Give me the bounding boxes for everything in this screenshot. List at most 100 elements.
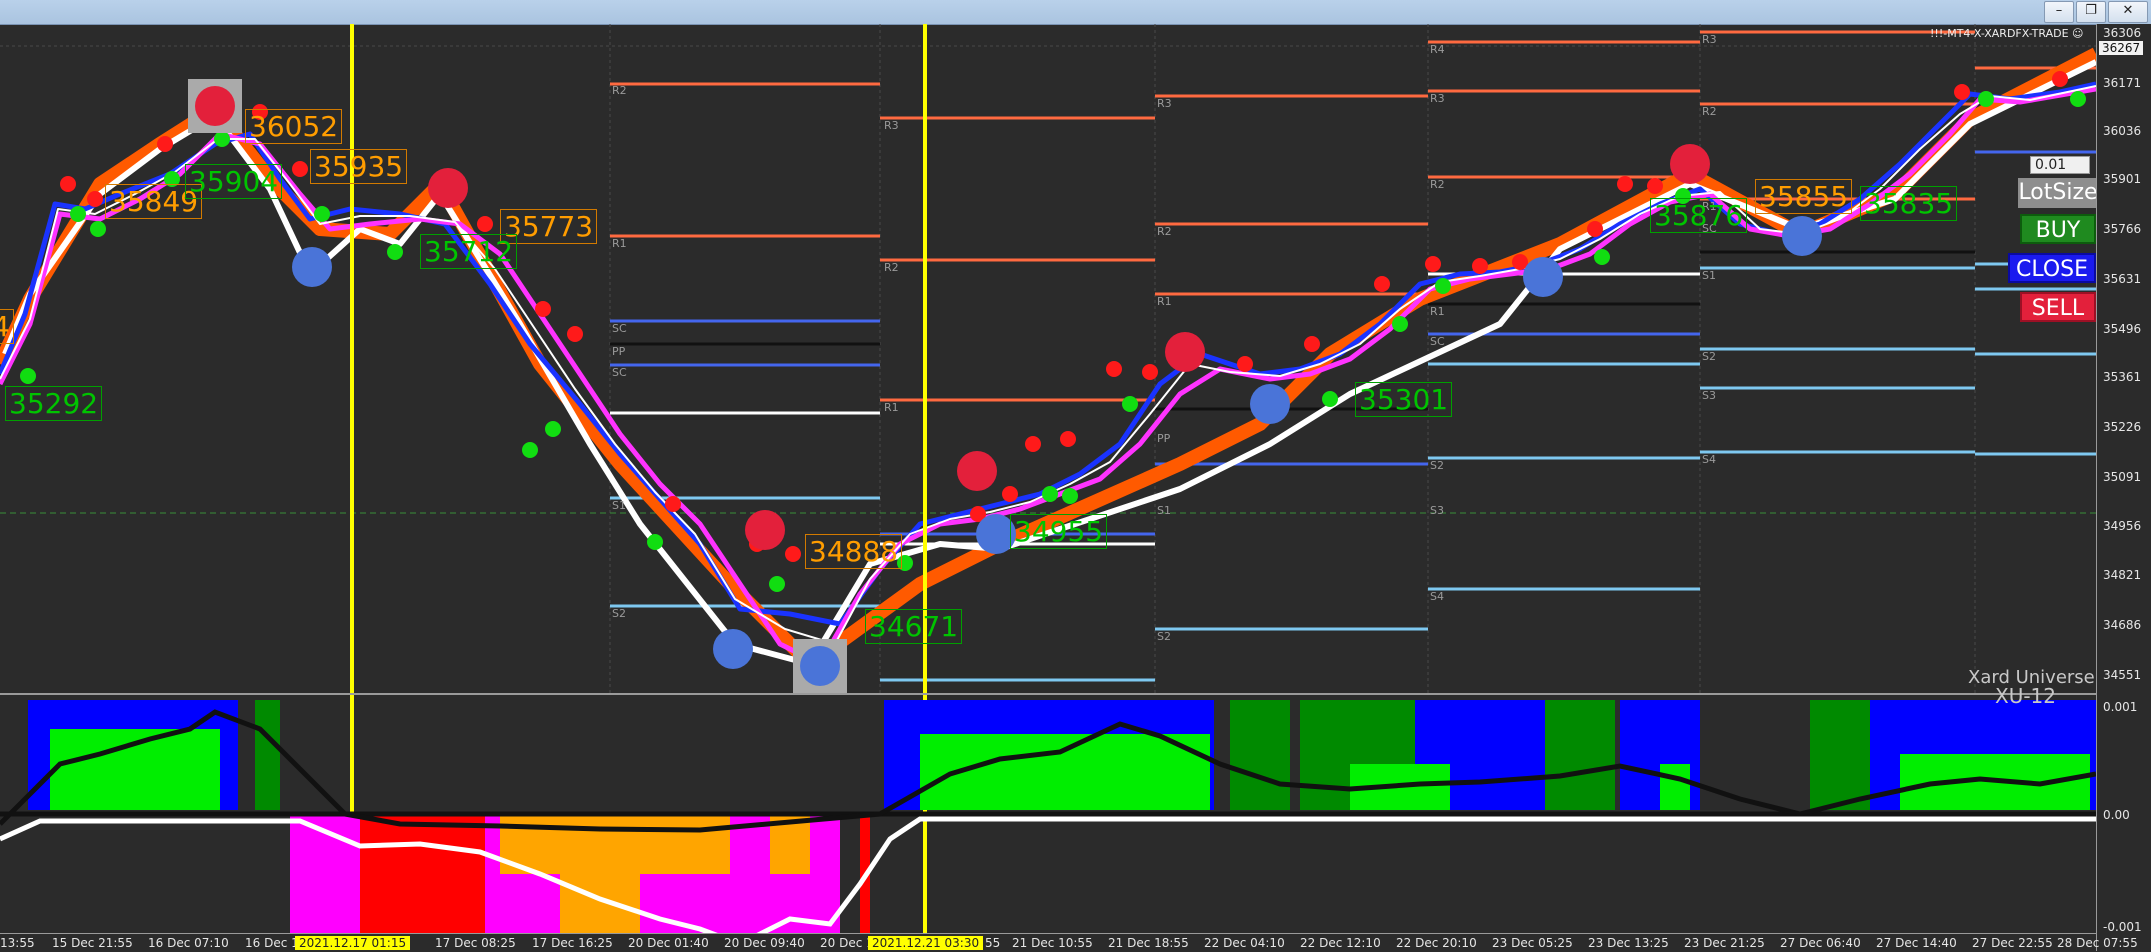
time-tick: 20 Dec 1 xyxy=(820,936,874,950)
pivot-label: S2 xyxy=(612,607,626,620)
price-annotation: 34671 xyxy=(865,609,963,644)
time-tick: 23 Dec 21:25 xyxy=(1684,936,1765,950)
pivot-label: R2 xyxy=(612,84,627,97)
price-tick: 35631 xyxy=(2103,272,2142,286)
price-tick: 34551 xyxy=(2103,668,2142,682)
current-price-tag: 36267 xyxy=(2099,41,2144,55)
time-tick: 20 Dec 09:40 xyxy=(724,936,805,950)
pivot-label: S1 xyxy=(612,499,626,512)
histogram-upper xyxy=(28,700,2096,810)
pivot-label: R1 xyxy=(884,401,899,414)
price-annotation: 36052 xyxy=(245,109,343,144)
price-annotation: 35935 xyxy=(310,149,408,184)
pivot-label: R1 xyxy=(612,237,627,250)
close-window-button[interactable]: ✕ xyxy=(2108,1,2148,23)
time-tick: 20 Dec 01:40 xyxy=(628,936,709,950)
price-tick: 34686 xyxy=(2103,618,2142,632)
pivot-label: S4 xyxy=(1430,590,1444,603)
time-tick: 27 Dec 14:40 xyxy=(1876,936,1957,950)
pivot-label: S2 xyxy=(1430,459,1444,472)
price-annotation: 35855 xyxy=(1755,179,1853,214)
pivot-label: R3 xyxy=(884,119,899,132)
lot-size-label: LotSize xyxy=(2018,178,2098,208)
time-tick: 21 Dec 18:55 xyxy=(1108,936,1189,950)
time-tick: 15 Dec 21:55 xyxy=(52,936,133,950)
pivot-label: S1 xyxy=(1702,269,1716,282)
sell-button[interactable]: SELL xyxy=(2020,292,2096,322)
time-tick-highlighted: 2021.12.21 03:30 xyxy=(868,936,984,950)
time-tick: 23 Dec 13:25 xyxy=(1588,936,1669,950)
indicator-tick: 0.001 xyxy=(2103,700,2138,714)
pivot-label: R2 xyxy=(1702,105,1717,118)
time-tick: 28 Dec 07:55 xyxy=(2057,936,2138,950)
pivot-label: PP xyxy=(612,345,626,358)
pivot-label: S3 xyxy=(1430,504,1444,517)
price-tick: 34956 xyxy=(2103,519,2142,533)
zigzag-trend-line xyxy=(0,47,2096,671)
watermark-subtitle: Xard Universe xyxy=(1968,667,2095,688)
time-tick: 27 Dec 06:40 xyxy=(1780,936,1861,950)
pivot-label: R1 xyxy=(1430,305,1445,318)
time-tick-highlighted: 2021.12.17 01:15 xyxy=(295,936,411,950)
pivot-label: S3 xyxy=(1702,389,1716,402)
close-position-button[interactable]: CLOSE xyxy=(2008,253,2096,283)
pivot-label: SC xyxy=(612,322,627,335)
price-annotation: 34888 xyxy=(805,534,903,569)
sell-signal-markers xyxy=(188,79,1710,550)
price-tick: 35901 xyxy=(2103,172,2142,186)
price-annotation: 35292 xyxy=(5,386,103,421)
time-tick: 22 Dec 12:10 xyxy=(1300,936,1381,950)
pivot-label: R2 xyxy=(884,261,899,274)
time-tick: 16 Dec 1 xyxy=(245,936,299,950)
pivot-label: R2 xyxy=(1157,225,1172,238)
pivot-label: S1 xyxy=(1157,504,1171,517)
time-tick: 23 Dec 05:25 xyxy=(1492,936,1573,950)
time-tick: 21 Dec 10:55 xyxy=(1012,936,1093,950)
price-tick: 35361 xyxy=(2103,370,2142,384)
time-tick: 13:55 xyxy=(0,936,35,950)
lot-size-input[interactable]: 0.01 xyxy=(2030,156,2090,174)
histogram-lower xyxy=(290,814,870,951)
minimize-button[interactable]: – xyxy=(2044,1,2074,23)
pivot-label: S2 xyxy=(1157,630,1171,643)
symbol-label: !!!-MT4-X-XARDFX-TRADE ☺ xyxy=(1930,27,2084,40)
chart-area[interactable]: R2 R1 SC PP SC S1 S2 R3 R2 R1 R3 R2 R1 P… xyxy=(0,24,2096,951)
price-axis[interactable]: 36306 36267 36171 36036 35901 35766 3563… xyxy=(2096,24,2151,951)
price-tick: 36036 xyxy=(2103,124,2142,138)
indicator-tick: 0.00 xyxy=(2103,808,2130,822)
pivot-label: R3 xyxy=(1430,92,1445,105)
price-annotation: 34955 xyxy=(1010,514,1108,549)
price-tick: 34821 xyxy=(2103,568,2142,582)
pivot-label: S2 xyxy=(1702,350,1716,363)
pivot-label: R1 xyxy=(1157,295,1172,308)
window-titlebar: – ❐ ✕ xyxy=(0,0,2151,25)
price-tick: 35226 xyxy=(2103,420,2142,434)
price-tick: 35496 xyxy=(2103,322,2142,336)
pivot-label: SC xyxy=(1430,335,1445,348)
pivot-label: S4 xyxy=(1702,453,1716,466)
pivot-label: R2 xyxy=(1430,178,1445,191)
price-annotation: 35876 xyxy=(1650,198,1748,233)
maximize-button[interactable]: ❐ xyxy=(2076,1,2106,23)
price-tick: 36171 xyxy=(2103,76,2142,90)
price-tick: 36306 xyxy=(2103,26,2142,40)
time-tick: 22 Dec 20:10 xyxy=(1396,936,1477,950)
price-annotation: 35904 xyxy=(185,164,283,199)
pivot-label: R4 xyxy=(1430,43,1445,56)
price-tick: 35766 xyxy=(2103,222,2142,236)
time-tick: 17 Dec 08:25 xyxy=(435,936,516,950)
buy-button[interactable]: BUY xyxy=(2020,214,2096,244)
indicator-tick: -0.001 xyxy=(2103,920,2142,934)
pivot-label: R3 xyxy=(1702,33,1717,46)
pivot-label: PP xyxy=(1157,432,1171,445)
time-tick: 22 Dec 04:10 xyxy=(1204,936,1285,950)
price-annotation: 35835 xyxy=(1860,186,1958,221)
time-axis[interactable]: 13:55 15 Dec 21:55 16 Dec 07:10 16 Dec 1… xyxy=(0,933,2138,952)
price-annotation: 35301 xyxy=(1355,382,1453,417)
price-annotation: 35712 xyxy=(420,234,518,269)
pivot-label: R3 xyxy=(1157,97,1172,110)
time-tick: 55 xyxy=(985,936,1001,950)
time-tick: 27 Dec 22:55 xyxy=(1972,936,2053,950)
pivot-label: SC xyxy=(612,366,627,379)
price-annotation: 94 xyxy=(0,309,14,344)
